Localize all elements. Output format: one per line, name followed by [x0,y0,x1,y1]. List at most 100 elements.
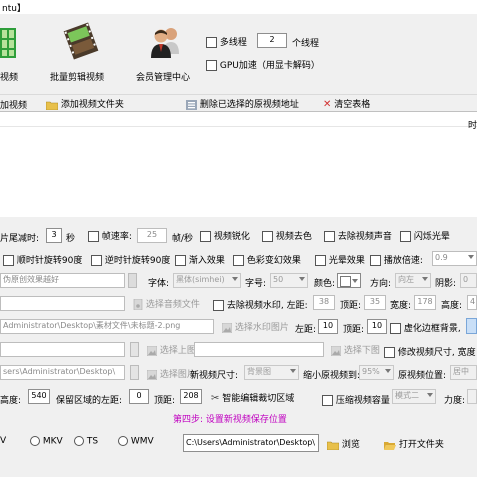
light-checkbox[interactable]: 光晕效果 [315,253,365,266]
add-folder-button[interactable]: 添加视频文件夹 [45,97,124,110]
shadow-dropdown[interactable]: 0 [460,273,477,288]
member-center-button[interactable]: 会员管理中心 [136,20,198,86]
new-size-dropdown[interactable]: 背景图 [244,365,299,380]
bottom-image-path-input[interactable] [194,342,324,357]
watermark-path-input[interactable]: Administrator\Desktop\素材文件\未标题-2.png [0,319,214,334]
modify-size-checkbox[interactable]: 修改视频尺寸, 宽度 [384,345,476,358]
mute-checkbox[interactable]: 去除视频声音 [324,229,392,242]
virtual-border-check[interactable] [390,323,401,334]
remove-watermark-label: 去除视频水印, 左距: [226,301,308,311]
title-bar: ntu】 [0,0,477,15]
fps-check[interactable] [88,231,99,242]
ts-radio[interactable] [74,436,84,446]
font-dropdown[interactable]: 黑体(simhei) [173,273,241,288]
delete-selected-button[interactable]: 删除已选择的原视频地址 [186,97,299,110]
strength-input[interactable] [467,389,477,404]
video-list-table[interactable] [0,111,477,218]
shrink-dropdown[interactable]: 95% [359,365,394,380]
virtual-border-color[interactable] [466,318,477,334]
folder-icon [45,101,59,110]
audio-path-input[interactable] [0,296,125,311]
wmv-radio[interactable] [118,436,128,446]
format-radio-wmv[interactable]: WMV [118,436,154,447]
add-video-button[interactable]: 加视频 [0,98,27,111]
tail-cut-input[interactable]: 3 [46,228,62,243]
img-left-label: 左距: [295,325,317,335]
compress-check[interactable] [322,395,333,406]
rotate-ccw-check[interactable] [91,255,102,266]
format-radio-mkv[interactable]: MKV [30,436,63,447]
remove-watermark-checkbox[interactable]: 去除视频水印, 左距: [213,298,308,311]
thread-count-input[interactable]: 2 [257,33,287,48]
mkv-radio[interactable] [30,436,40,446]
open-folder-label: 打开文件夹 [398,440,444,450]
virtual-border-checkbox[interactable]: 虚化边框背景, [390,321,461,334]
bg-image-path-input[interactable]: sers\Administrator\Desktop\ [0,365,125,380]
multithread-checkbox[interactable]: 多线程 [206,35,247,48]
rotate-cw-check[interactable] [3,255,14,266]
speed-checkbox[interactable]: 播放倍速: [370,253,423,266]
compress-mode-dropdown[interactable]: 模式二 [392,389,436,404]
img-left-input[interactable]: 10 [318,319,338,334]
choose-image-button[interactable]: 选择图片 [146,367,196,380]
bg-image-swatch[interactable] [130,365,139,380]
choose-bottom-button[interactable]: 选择下图 [330,343,380,356]
text-input[interactable]: 伪原创效果越好 [0,273,125,288]
speed-check[interactable] [370,255,381,266]
fps-input[interactable]: 25 [137,228,167,243]
crop-height-input[interactable]: 540 [28,389,50,404]
top-image-path-input[interactable] [0,342,125,357]
open-folder-icon [384,441,396,450]
speed-dropdown[interactable]: 0.9 [432,251,477,266]
wm-height-input[interactable]: 4 [467,295,477,310]
open-folder-button[interactable]: 打开文件夹 [384,437,444,450]
keep-left-input[interactable]: 0 [129,389,149,404]
wm-width-input[interactable]: 178 [414,295,436,310]
rotate-cw-label: 顺时针旋转90度 [16,256,83,266]
text-color-swatch[interactable] [128,273,137,288]
video-button-label: 视频 [0,73,19,83]
format-radio-v[interactable]: V [0,436,6,446]
color-shift-check[interactable] [233,255,244,266]
multithread-check[interactable] [206,37,217,48]
flash-check[interactable] [400,231,411,242]
video-toolbar-button[interactable]: 视频 [0,20,30,86]
position-dropdown[interactable]: 居中 [450,365,477,380]
fade-in-check[interactable] [175,255,186,266]
wm-left-input[interactable]: 38 [313,295,335,310]
mute-check[interactable] [324,231,335,242]
rotate-cw-checkbox[interactable]: 顺时针旋转90度 [3,253,82,266]
browse-button[interactable]: 浏览 [326,437,360,450]
size-dropdown[interactable]: 50 [270,273,308,288]
light-check[interactable] [315,255,326,266]
rotate-ccw-checkbox[interactable]: 逆时针旋转90度 [91,253,170,266]
remove-watermark-check[interactable] [213,300,224,311]
color-shift-checkbox[interactable]: 色彩变幻效果 [233,253,301,266]
fps-checkbox[interactable]: 帧速率: [88,229,132,242]
direction-dropdown[interactable]: 向左 [395,273,431,288]
gpu-accel-checkbox[interactable]: GPU加速（用显卡解码） [206,58,320,71]
decolor-check[interactable] [262,231,273,242]
sharpen-check[interactable] [200,231,211,242]
keep-top-input[interactable]: 208 [180,389,202,404]
gpu-check[interactable] [206,60,217,71]
modify-size-check[interactable] [384,347,395,358]
compress-checkbox[interactable]: 压缩视频容量 [322,393,390,406]
sharpen-checkbox[interactable]: 视频锐化 [200,229,250,242]
audio-file-icon [133,298,143,311]
output-path-input[interactable]: C:\Users\Administrator\Desktop\ [183,434,319,452]
decolor-checkbox[interactable]: 视频去色 [262,229,312,242]
img-top-input[interactable]: 10 [367,319,387,334]
clear-table-button[interactable]: ✕ 清空表格 [323,97,370,110]
flash-checkbox[interactable]: 闪烁光晕 [400,229,450,242]
choose-watermark-button[interactable]: 选择水印图片 [221,320,289,333]
format-radio-ts[interactable]: TS [74,436,98,447]
choose-audio-button[interactable]: 选择音频文件 [133,297,200,311]
color-picker[interactable] [337,273,361,288]
wm-top-input[interactable]: 35 [364,295,386,310]
choose-top-button[interactable]: 选择上图 [146,343,196,356]
smart-crop-button[interactable]: ✂ 智能编辑裁切区域 [211,391,294,404]
top-image-swatch[interactable] [130,342,139,357]
fade-in-checkbox[interactable]: 渐入效果 [175,253,225,266]
batch-edit-button[interactable]: 批量剪辑视频 [50,20,112,86]
